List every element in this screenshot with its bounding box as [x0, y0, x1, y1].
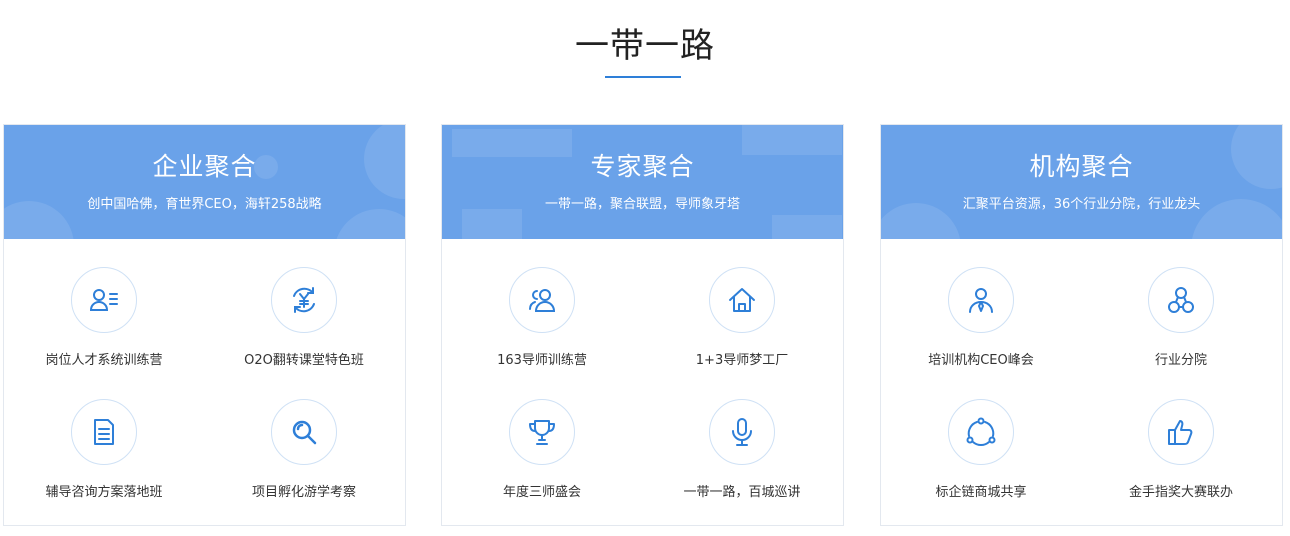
- card-title: 企业聚合: [152, 152, 257, 181]
- feature-item[interactable]: O2O翻转课堂特色班: [204, 267, 404, 368]
- feature-item[interactable]: 项目孵化游学考察: [204, 399, 404, 500]
- feature-label: 1+3导师梦工厂: [695, 353, 789, 368]
- feature-label: 年度三师盛会: [502, 485, 581, 500]
- feature-item[interactable]: 辅导咨询方案落地班: [4, 399, 204, 500]
- yuan-cycle-icon: [271, 267, 337, 333]
- feature-item[interactable]: 岗位人才系统训练营: [4, 267, 204, 368]
- feature-label: 辅导咨询方案落地班: [45, 485, 163, 500]
- document-icon: [71, 399, 137, 465]
- microphone-icon: [709, 399, 775, 465]
- title-underline: [605, 76, 681, 78]
- feature-label: 一带一路，百城巡讲: [683, 485, 801, 500]
- feature-item[interactable]: 163导师训练营: [442, 267, 642, 368]
- feature-item[interactable]: 1+3导师梦工厂: [642, 267, 842, 368]
- feature-label: 标企链商城共享: [935, 485, 1027, 500]
- feature-item[interactable]: 一带一路，百城巡讲: [642, 399, 842, 500]
- card-subtitle: 汇聚平台资源，36个行业分院，行业龙头: [962, 197, 1201, 212]
- feature-item[interactable]: 年度三师盛会: [442, 399, 642, 500]
- section-title: 一带一路: [575, 26, 715, 66]
- trophy-icon: [509, 399, 575, 465]
- card-header: 机构聚合 汇聚平台资源，36个行业分院，行业龙头: [881, 125, 1282, 239]
- feature-label: 岗位人才系统训练营: [45, 353, 163, 368]
- card-header: 专家聚合 一带一路，聚合联盟，导师象牙塔: [442, 125, 843, 239]
- feature-label: 培训机构CEO峰会: [928, 353, 1034, 368]
- card-subtitle: 创中国哈佛，育世界CEO，海轩258战略: [87, 197, 322, 212]
- card-subtitle: 一带一路，聚合联盟，导师象牙塔: [544, 197, 740, 212]
- home-icon: [709, 267, 775, 333]
- share-cycle-icon: [948, 399, 1014, 465]
- feature-label: 项目孵化游学考察: [251, 485, 356, 500]
- feature-label: 金手指奖大赛联办: [1128, 485, 1233, 500]
- feature-item[interactable]: 培训机构CEO峰会: [881, 267, 1081, 368]
- card-title: 专家聚合: [590, 152, 695, 181]
- card-experts: 专家聚合 一带一路，聚合联盟，导师象牙塔 163导师训练营 1+3导师梦工厂 年…: [441, 124, 844, 526]
- header-decoration: [334, 209, 405, 239]
- feature-item[interactable]: 行业分院: [1081, 267, 1281, 368]
- feature-label: 163导师训练营: [497, 353, 587, 368]
- business-person-icon: [948, 267, 1014, 333]
- header-decoration: [772, 215, 842, 239]
- group-icon: [509, 267, 575, 333]
- network-icon: [1148, 267, 1214, 333]
- card-title: 机构聚合: [1029, 152, 1134, 181]
- thumbs-up-icon: [1148, 399, 1214, 465]
- header-decoration: [462, 209, 522, 239]
- card-institutions: 机构聚合 汇聚平台资源，36个行业分院，行业龙头 培训机构CEO峰会 行业分院: [880, 124, 1283, 526]
- feature-item[interactable]: 标企链商城共享: [881, 399, 1081, 500]
- feature-label: O2O翻转课堂特色班: [244, 353, 364, 368]
- person-card-icon: [71, 267, 137, 333]
- feature-item[interactable]: 金手指奖大赛联办: [1081, 399, 1281, 500]
- search-icon: [271, 399, 337, 465]
- card-header: 企业聚合 创中国哈佛，育世界CEO，海轩258战略: [4, 125, 405, 239]
- card-enterprise: 企业聚合 创中国哈佛，育世界CEO，海轩258战略 岗位人才系统训练营 O2O翻…: [3, 124, 406, 526]
- feature-label: 行业分院: [1154, 353, 1207, 368]
